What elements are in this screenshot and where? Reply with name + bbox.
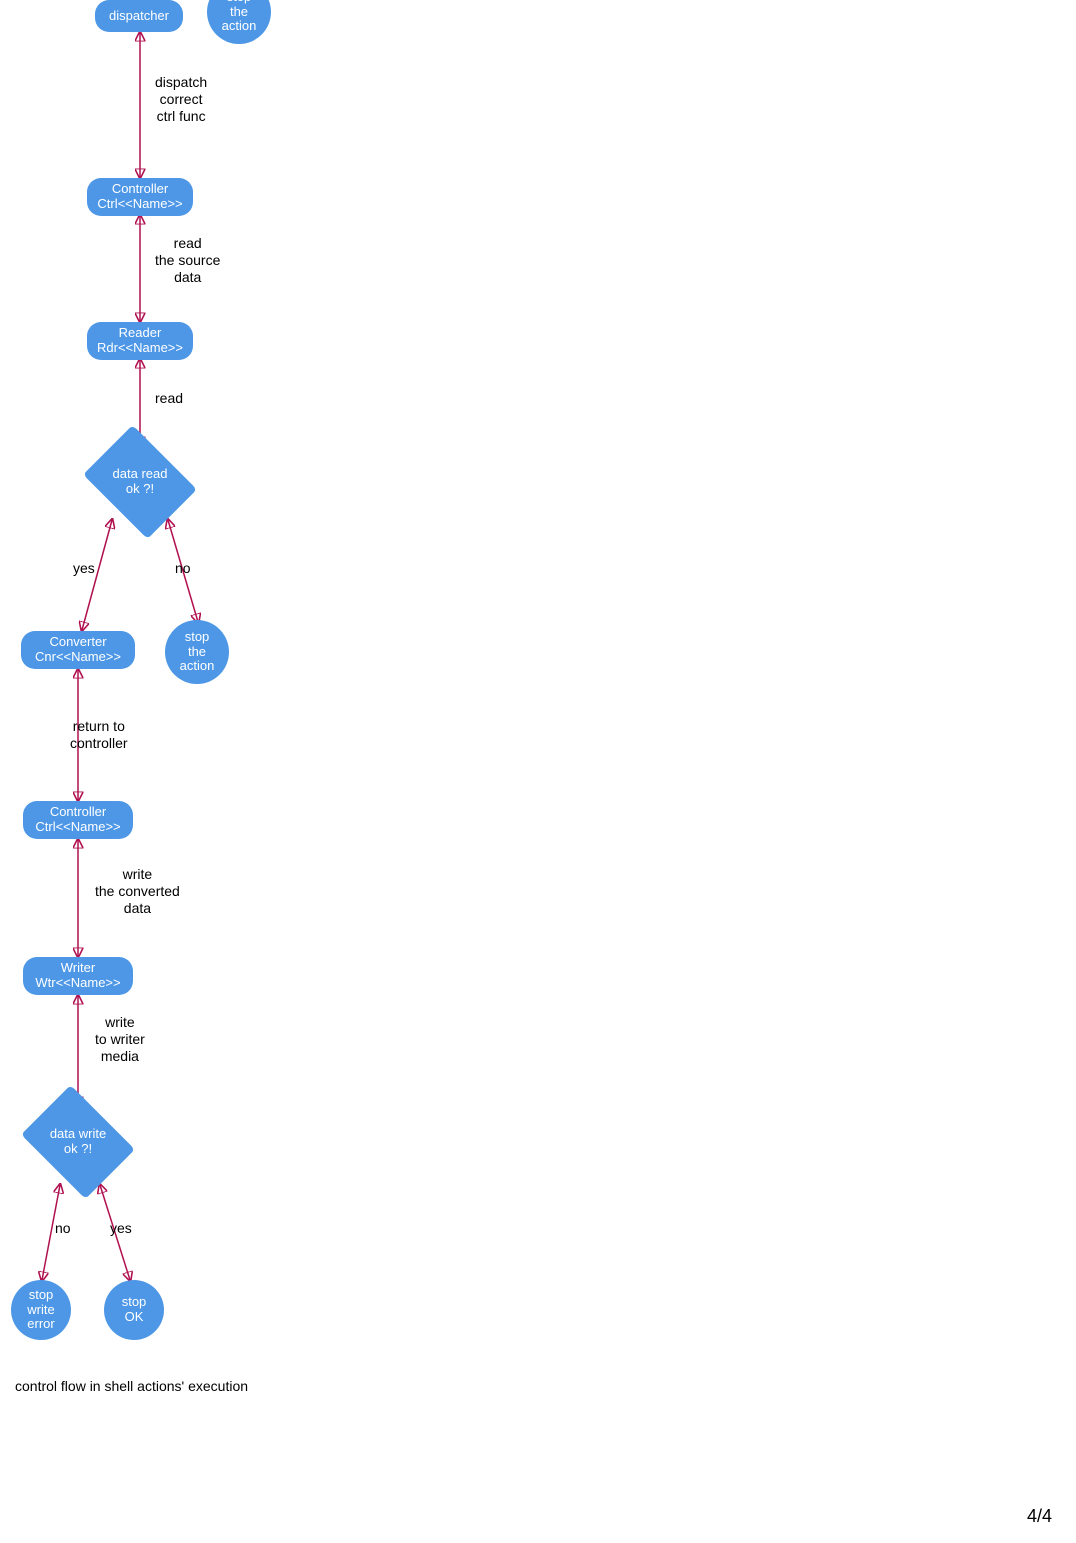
edge-label-return-ctrl: return to controller xyxy=(70,718,128,752)
node-stop-write-error: stop write error xyxy=(11,1280,71,1340)
node-stop-action-top: stop the action xyxy=(207,0,271,44)
node-stop-write-error-label: stop write error xyxy=(27,1288,54,1333)
node-dispatcher-label: dispatcher xyxy=(109,9,169,24)
edge-label-read: read xyxy=(155,390,183,407)
node-dispatcher: dispatcher xyxy=(95,0,183,32)
node-controller-2-label: Controller Ctrl<<Name>> xyxy=(35,805,120,835)
edge-label-read-source: read the source data xyxy=(155,235,220,285)
node-controller-2: Controller Ctrl<<Name>> xyxy=(23,801,133,839)
edge-label-read-yes: yes xyxy=(73,560,95,577)
edge-label-write-media: write to writer media xyxy=(95,1014,145,1064)
node-converter-label: Converter Cnr<<Name>> xyxy=(35,635,121,665)
node-stop-ok: stop OK xyxy=(104,1280,164,1340)
flowchart-canvas: dispatcher stop the action Controller Ct… xyxy=(0,0,1076,1543)
edge-label-write-no: no xyxy=(55,1220,71,1237)
node-writer-label: Writer Wtr<<Name>> xyxy=(35,961,120,991)
diagram-caption: control flow in shell actions' execution xyxy=(15,1378,248,1394)
node-controller-1: Controller Ctrl<<Name>> xyxy=(87,178,193,216)
node-reader-label: Reader Rdr<<Name>> xyxy=(97,326,183,356)
node-stop-action-mid: stop the action xyxy=(165,620,229,684)
node-controller-1-label: Controller Ctrl<<Name>> xyxy=(97,182,182,212)
edge-label-write-yes: yes xyxy=(110,1220,132,1237)
edge-label-write-conv: write the converted data xyxy=(95,866,180,916)
node-writer: Writer Wtr<<Name>> xyxy=(23,957,133,995)
page-number: 4/4 xyxy=(1027,1506,1052,1527)
node-decision-write-label: data write ok ?! xyxy=(50,1127,106,1157)
edge-label-read-no: no xyxy=(175,560,191,577)
node-converter: Converter Cnr<<Name>> xyxy=(21,631,135,669)
edge-label-dispatch: dispatch correct ctrl func xyxy=(155,74,207,124)
node-decision-read: data read ok ?! xyxy=(75,432,205,532)
node-reader: Reader Rdr<<Name>> xyxy=(87,322,193,360)
node-stop-action-mid-label: stop the action xyxy=(180,630,215,675)
node-stop-ok-label: stop OK xyxy=(122,1295,147,1325)
node-stop-action-top-label: stop the action xyxy=(222,0,257,34)
node-decision-write: data write ok ?! xyxy=(13,1092,143,1192)
node-decision-read-label: data read ok ?! xyxy=(113,467,168,497)
